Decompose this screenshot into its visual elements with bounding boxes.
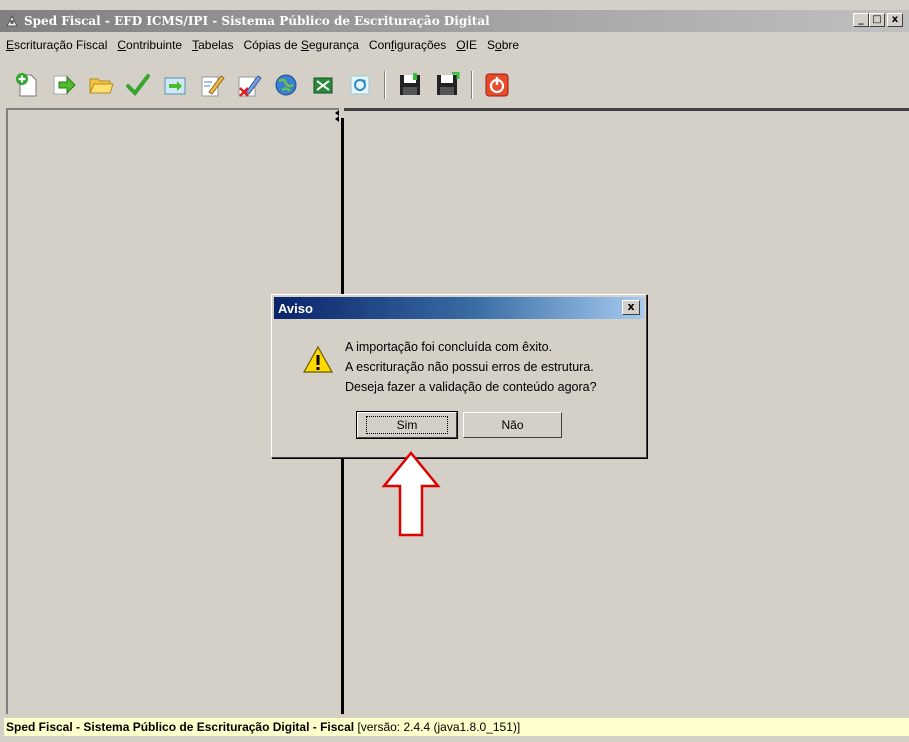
menu-oie[interactable]: OIE [456,38,477,52]
close-window-button[interactable]: x [887,13,903,27]
delete-edit-icon[interactable] [236,72,262,98]
open-folder-icon[interactable] [88,72,114,98]
window-controls: _ □ x [853,13,903,27]
warning-icon [302,345,334,375]
status-app-name: Sped Fiscal - Sistema Público de Escritu… [6,720,355,734]
status-version: [versão: 2.4.4 (java1.8.0_151)] [354,720,521,734]
dialog-close-button[interactable]: x [622,300,640,315]
splitter-collapse-handle[interactable] [335,110,339,122]
window-title: Sped Fiscal - EFD ICMS/IPI - Sistema Púb… [24,14,490,28]
menu-sobre[interactable]: Sobre [487,38,519,52]
app-icon [4,13,20,29]
dialog-title: Aviso [278,300,313,316]
dialog-message: A importação foi concluída com êxito. A … [345,337,597,397]
export-icon[interactable] [162,72,188,98]
dialog-title-bar[interactable]: Aviso x [274,297,644,319]
save-icon[interactable] [397,72,423,98]
minimize-button[interactable]: _ [853,13,869,27]
toolbar-separator [384,71,386,99]
edit-pencil-icon[interactable] [199,72,225,98]
yes-button-label: Sim [365,416,449,434]
dialog-message-line: Deseja fazer a validação de conteúdo ago… [345,380,597,394]
import-arrow-icon[interactable] [51,72,77,98]
menu-escrituracao-fiscal[interactable]: Escrituração Fiscal [6,38,107,52]
receipt-icon[interactable] [310,72,336,98]
menu-configuracoes[interactable]: Configurações [369,38,446,52]
title-bar[interactable]: Sped Fiscal - EFD ICMS/IPI - Sistema Púb… [0,10,909,32]
app-window: Sped Fiscal - EFD ICMS/IPI - Sistema Púb… [0,0,909,742]
refresh-icon[interactable] [347,72,373,98]
toolbar-separator [471,71,473,99]
red-arrow-annotation [381,450,441,538]
globe-transmit-icon[interactable] [273,72,299,98]
status-bar: Sped Fiscal - Sistema Público de Escritu… [4,718,909,736]
new-document-icon[interactable] [14,72,40,98]
maximize-button[interactable]: □ [869,13,885,27]
menu-bar: Escrituração Fiscal Contribuinte Tabelas… [0,34,909,56]
no-button[interactable]: Não [463,412,562,438]
toolbar [0,64,909,106]
power-exit-icon[interactable] [484,72,510,98]
menu-contribuinte[interactable]: Contribuinte [117,38,182,52]
menu-tabelas[interactable]: Tabelas [192,38,233,52]
validate-check-icon[interactable] [125,72,151,98]
warning-dialog: Aviso x A importação foi concluída com ê… [271,294,647,458]
yes-button[interactable]: Sim [356,411,458,439]
dialog-message-line: A escrituração não possui erros de estru… [345,360,594,374]
dialog-message-line: A importação foi concluída com êxito. [345,340,553,354]
menu-copias-de-seguranca[interactable]: Cópias de Segurança [243,38,358,52]
save-as-icon[interactable] [434,72,460,98]
